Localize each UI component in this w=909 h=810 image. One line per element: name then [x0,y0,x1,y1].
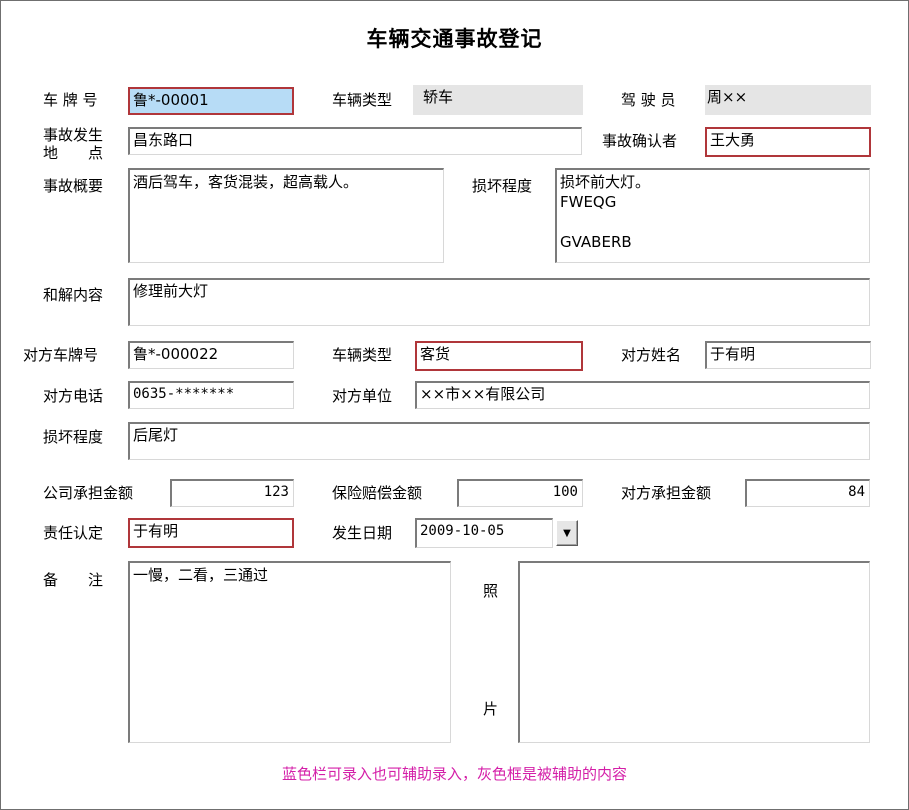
date-label: 发生日期 [332,524,393,542]
form-title: 车辆交通事故登记 [366,27,543,51]
photo-area[interactable] [518,561,870,743]
location-label-line1: 事故发生 [43,126,104,144]
other-plate-label: 对方车牌号 [23,346,99,364]
remarks-textarea[interactable]: 一慢，二看，三通过 [128,561,451,743]
other-name-input[interactable]: 于有明 [705,341,871,369]
other-damage-textarea[interactable]: 后尾灯 [128,422,870,460]
vehicle-type-label: 车辆类型 [332,91,393,109]
other-amount-label: 对方承担金额 [621,484,712,502]
accident-registration-form: 车辆交通事故登记 车 牌 号 鲁*-00001 车辆类型 轿车 驾 驶 员 周×… [0,0,909,810]
driver-label: 驾 驶 员 [621,91,676,109]
date-input[interactable]: 2009-10-05 [415,518,553,548]
company-amount-label: 公司承担金额 [43,484,134,502]
photo-label-bottom: 片 [483,700,499,718]
location-input[interactable]: 昌东路口 [128,127,582,155]
driver-field: 周×× [705,85,871,115]
confirmer-input[interactable]: 王大勇 [705,127,871,157]
photo-label-top: 照 [483,582,499,600]
date-dropdown-button[interactable]: ▼ [556,520,578,546]
company-amount-input[interactable]: 123 [170,479,294,507]
other-vehicle-type-input[interactable]: 客货 [415,341,583,371]
other-vehicle-type-label: 车辆类型 [332,346,393,364]
other-unit-label: 对方单位 [332,387,393,405]
other-name-label: 对方姓名 [621,346,682,364]
other-phone-label: 对方电话 [43,387,104,405]
insurance-amount-input[interactable]: 100 [457,479,583,507]
responsibility-label: 责任认定 [43,524,104,542]
chevron-down-icon: ▼ [563,527,571,539]
vehicle-type-field: 轿车 [413,85,583,115]
other-plate-input[interactable]: 鲁*-000022 [128,341,294,369]
other-unit-input[interactable]: ××市××有限公司 [415,381,870,409]
plate-label: 车 牌 号 [43,91,98,109]
summary-label: 事故概要 [43,177,104,195]
remarks-label: 备 注 [43,571,104,589]
damage-textarea[interactable]: 损坏前大灯。 FWEQG GVABERB [555,168,870,263]
confirmer-label: 事故确认者 [602,132,678,150]
other-damage-label: 损坏程度 [43,428,104,446]
damage-label: 损坏程度 [472,177,533,195]
location-label-line2: 地 点 [43,144,104,162]
settlement-textarea[interactable]: 修理前大灯 [128,278,870,326]
insurance-amount-label: 保险赔偿金额 [332,484,423,502]
other-phone-input[interactable]: 0635-******* [128,381,294,409]
responsibility-input[interactable]: 于有明 [128,518,294,548]
helper-hint: 蓝色栏可录入也可辅助录入，灰色框是被辅助的内容 [281,765,627,783]
other-amount-input[interactable]: 84 [745,479,870,507]
plate-input[interactable]: 鲁*-00001 [128,87,294,115]
summary-textarea[interactable]: 酒后驾车，客货混装，超高载人。 [128,168,444,263]
settlement-label: 和解内容 [43,286,104,304]
